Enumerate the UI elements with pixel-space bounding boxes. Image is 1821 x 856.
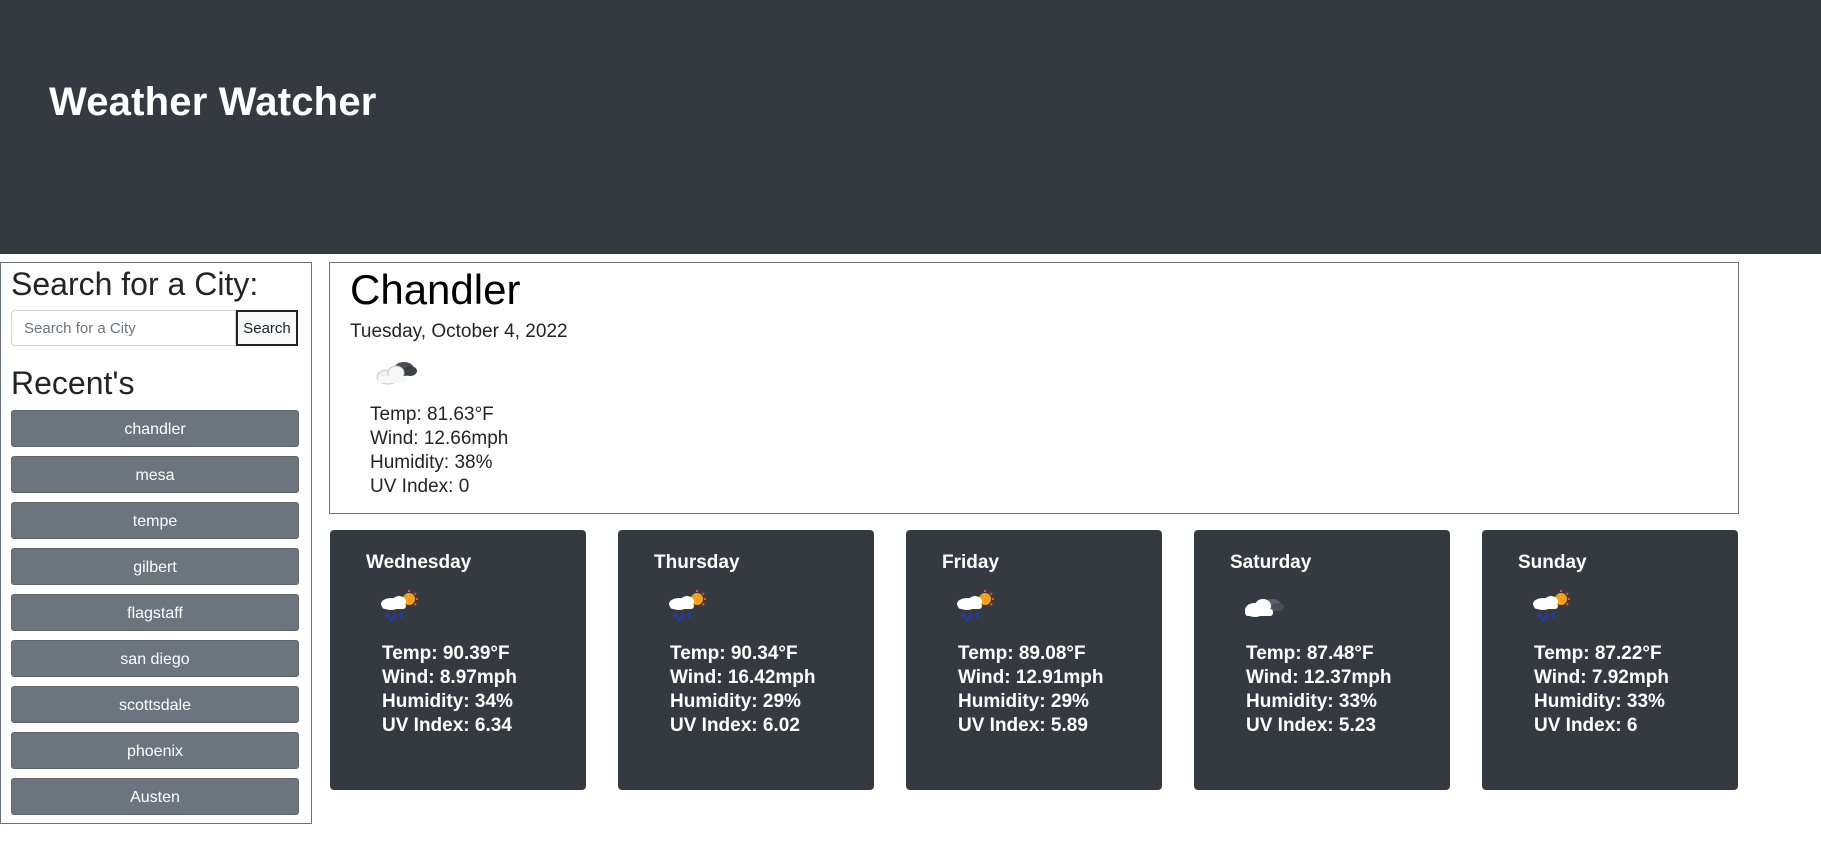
- forecast-humidity: Humidity: 33%: [1246, 691, 1377, 712]
- clouds-icon: [1242, 590, 1286, 624]
- forecast-temp: Temp: 87.22°F: [1534, 643, 1662, 664]
- forecast-temp: Temp: 90.39°F: [382, 643, 510, 664]
- forecast-humidity: Humidity: 34%: [382, 691, 513, 712]
- forecast-temp: Temp: 90.34°F: [670, 643, 798, 664]
- five-day-forecast: Wednesday Temp: 90.39°F Wind: 8.97mph Hu…: [330, 530, 1738, 790]
- rain-sun-icon: [954, 590, 998, 624]
- forecast-card: Thursday Temp: 90.34°F Wind: 16.42mph Hu…: [618, 530, 874, 790]
- forecast-humidity: Humidity: 33%: [1534, 691, 1665, 712]
- forecast-wind: Wind: 7.92mph: [1534, 667, 1669, 688]
- recent-city-button[interactable]: scottsdale: [11, 686, 299, 723]
- recent-city-button[interactable]: san diego: [11, 640, 299, 677]
- forecast-card: Sunday Temp: 87.22°F Wind: 7.92mph Humid…: [1482, 530, 1738, 790]
- current-date: Tuesday, October 4, 2022: [350, 321, 568, 342]
- forecast-card: Saturday Temp: 87.48°F Wind: 12.37mph Hu…: [1194, 530, 1450, 790]
- forecast-wind: Wind: 12.37mph: [1246, 667, 1392, 688]
- recent-city-button[interactable]: gilbert: [11, 548, 299, 585]
- rain-sun-icon: [666, 590, 710, 624]
- forecast-wind: Wind: 12.91mph: [958, 667, 1104, 688]
- current-city-name: Chandler: [350, 266, 521, 313]
- forecast-stats: Temp: 87.22°F Wind: 7.92mph Humidity: 33…: [1534, 642, 1669, 738]
- current-wind: Wind: 12.66mph: [370, 428, 509, 449]
- forecast-temp: Temp: 89.08°F: [958, 643, 1086, 664]
- forecast-card: Friday Temp: 89.08°F Wind: 12.91mph Humi…: [906, 530, 1162, 790]
- recent-heading: Recent's: [11, 365, 135, 401]
- forecast-wind: Wind: 8.97mph: [382, 667, 517, 688]
- clouds-icon: [374, 357, 420, 387]
- forecast-stats: Temp: 89.08°F Wind: 12.91mph Humidity: 2…: [958, 642, 1104, 738]
- forecast-temp: Temp: 87.48°F: [1246, 643, 1374, 664]
- forecast-wind: Wind: 16.42mph: [670, 667, 816, 688]
- current-humidity: Humidity: 38%: [370, 452, 493, 473]
- recent-city-button[interactable]: mesa: [11, 456, 299, 493]
- forecast-humidity: Humidity: 29%: [670, 691, 801, 712]
- page-header: Weather Watcher: [0, 0, 1821, 254]
- forecast-uv-index: UV Index: 5.89: [958, 715, 1088, 736]
- search-sidebar: Search for a City: Search Recent's chand…: [0, 262, 312, 824]
- current-weather-panel: Chandler Tuesday, October 4, 2022 Temp: …: [329, 262, 1739, 514]
- search-button[interactable]: Search: [236, 310, 298, 346]
- forecast-uv-index: UV Index: 6.02: [670, 715, 800, 736]
- forecast-stats: Temp: 90.39°F Wind: 8.97mph Humidity: 34…: [382, 642, 517, 738]
- forecast-day: Friday: [942, 552, 1000, 573]
- forecast-stats: Temp: 87.48°F Wind: 12.37mph Humidity: 3…: [1246, 642, 1392, 738]
- recent-list: chandler mesa tempe gilbert flagstaff sa…: [11, 410, 299, 824]
- forecast-day: Wednesday: [366, 552, 472, 573]
- forecast-card: Wednesday Temp: 90.39°F Wind: 8.97mph Hu…: [330, 530, 586, 790]
- search-input[interactable]: [11, 310, 236, 346]
- forecast-stats: Temp: 90.34°F Wind: 16.42mph Humidity: 2…: [670, 642, 816, 738]
- forecast-uv-index: UV Index: 5.23: [1246, 715, 1376, 736]
- search-heading: Search for a City:: [11, 266, 259, 302]
- current-stats: Temp: 81.63°F Wind: 12.66mph Humidity: 3…: [370, 403, 508, 499]
- recent-city-button[interactable]: chandler: [11, 410, 299, 447]
- forecast-day: Sunday: [1518, 552, 1587, 573]
- recent-city-button[interactable]: tempe: [11, 502, 299, 539]
- forecast-day: Thursday: [654, 552, 740, 573]
- forecast-day: Saturday: [1230, 552, 1312, 573]
- recent-city-button[interactable]: phoenix: [11, 732, 299, 769]
- rain-sun-icon: [378, 590, 422, 624]
- recent-city-button[interactable]: flagstaff: [11, 594, 299, 631]
- forecast-uv-index: UV Index: 6: [1534, 715, 1638, 736]
- current-uv-index: UV Index: 0: [370, 476, 470, 497]
- app-title: Weather Watcher: [49, 80, 377, 124]
- recent-city-button[interactable]: Austen: [11, 778, 299, 815]
- forecast-uv-index: UV Index: 6.34: [382, 715, 512, 736]
- current-temp: Temp: 81.63°F: [370, 404, 494, 425]
- forecast-humidity: Humidity: 29%: [958, 691, 1089, 712]
- rain-sun-icon: [1530, 590, 1574, 624]
